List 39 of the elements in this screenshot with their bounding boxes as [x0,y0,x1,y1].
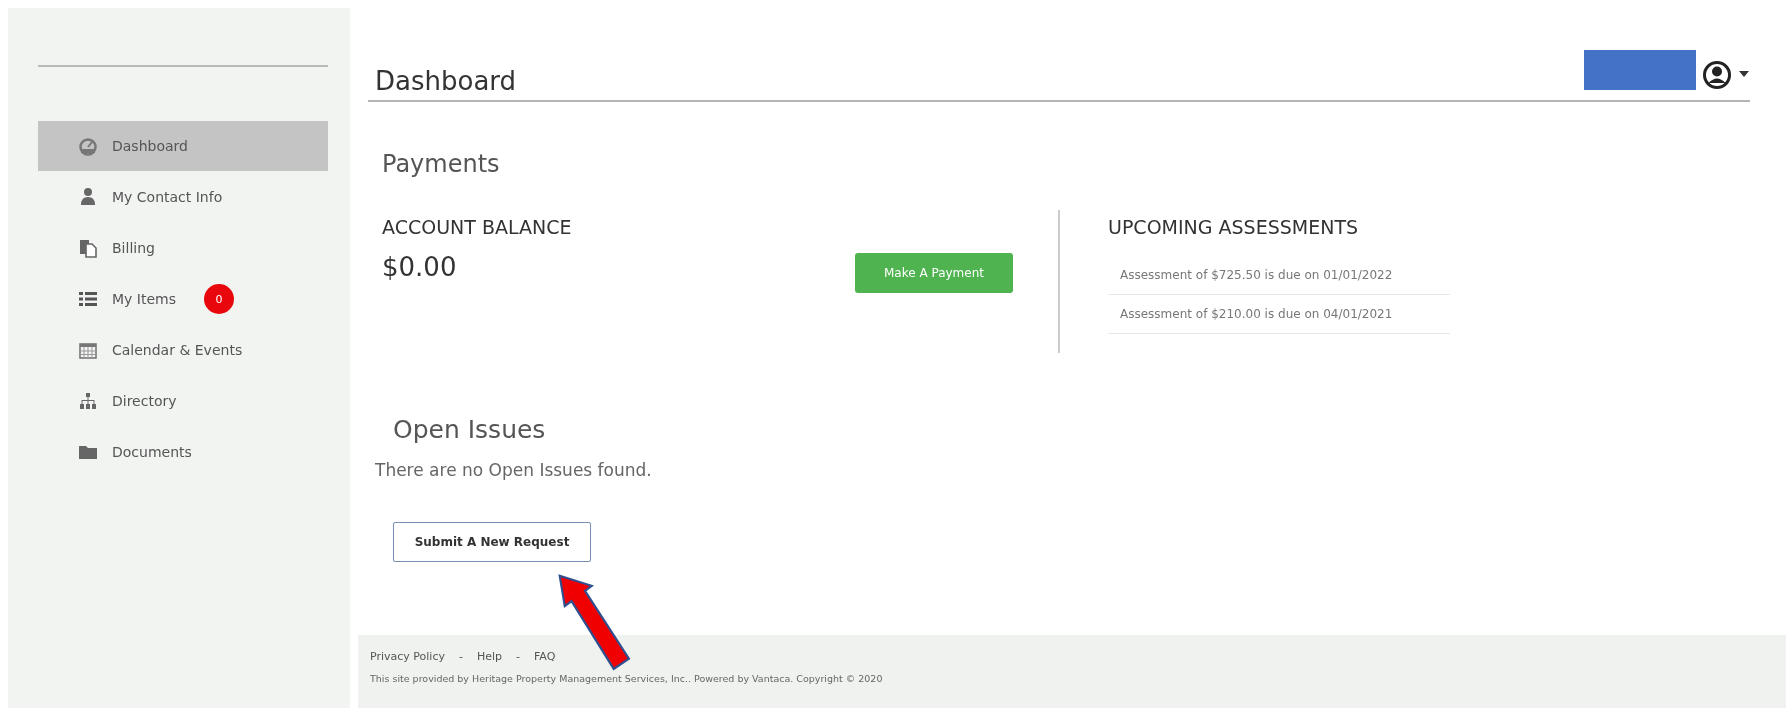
caret-icon[interactable] [1738,70,1750,78]
sidebar-item-label: Billing [112,240,155,256]
assessments-title: UPCOMING ASSESSMENTS [1108,216,1360,238]
person-icon [78,187,98,207]
footer-link[interactable]: Privacy Policy [370,650,445,663]
section-title: Payments [382,150,501,178]
sidebar-item[interactable]: Directory [38,376,328,426]
sidebar-item[interactable]: Calendar & Events [38,325,328,375]
sitemap-icon [78,391,98,411]
link-separator: - [516,650,520,663]
sidebar-item-label: My Contact Info [112,189,223,205]
submit-request-button[interactable]: Submit A New Request [393,522,591,562]
assessment-row: Assessment of $210.00 is due on 04/01/2021 [1108,295,1450,334]
billing-icon [78,238,98,258]
footer-link[interactable]: FAQ [534,650,556,663]
footer-text: This site provided by Heritage Property Management Services, Inc.. Powered by Vantaca. Copyright © 2020 [370,673,884,684]
empty-message: There are no Open Issues found. [375,460,653,480]
sidebar-item-label: Directory [112,393,177,409]
sidebar-item[interactable]: Documents [38,427,328,477]
assessment-row: Assessment of $725.50 is due on 01/01/2022 [1108,256,1450,295]
sidebar-item[interactable]: Dashboard [38,121,328,171]
sidebar-item[interactable]: My Items 0 [38,274,328,324]
sidebar-item-label: Calendar & Events [112,342,243,358]
sidebar-item[interactable]: Billing [38,223,328,273]
dashboard-icon [78,136,98,156]
sidebar-item-label: My Items [112,291,176,307]
count-badge: 0 [204,284,234,314]
user-avatar-icon[interactable] [1702,60,1732,90]
link-separator: - [458,650,463,663]
footer-link[interactable]: Help [476,650,503,663]
page-title: Dashboard [374,66,518,96]
balance-amount: $0.00 [382,252,458,282]
sidebar-item[interactable]: My Contact Info [38,172,328,222]
list-icon [78,289,98,309]
sidebar-item-label: Documents [112,444,192,460]
calendar-icon [78,340,98,360]
balance-label: ACCOUNT BALANCE [382,216,572,238]
sidebar-item-label: Dashboard [112,138,188,154]
section-title: Open Issues [393,415,547,444]
